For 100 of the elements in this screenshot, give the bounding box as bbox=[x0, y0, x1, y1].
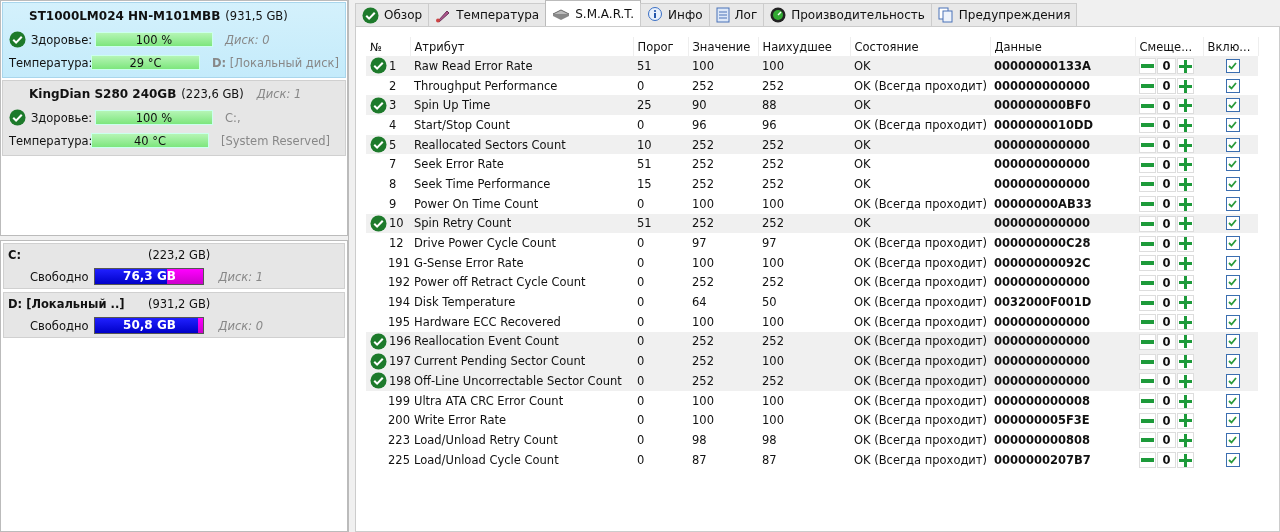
decrement-button[interactable] bbox=[1139, 235, 1156, 252]
offset-value[interactable]: 0 bbox=[1157, 156, 1176, 173]
decrement-button[interactable] bbox=[1139, 373, 1156, 390]
increment-button[interactable] bbox=[1177, 176, 1194, 193]
enabled-checkbox[interactable] bbox=[1225, 255, 1240, 270]
offset-value[interactable]: 0 bbox=[1157, 432, 1176, 449]
enabled-checkbox[interactable] bbox=[1225, 432, 1240, 447]
current-value: 100 bbox=[692, 196, 714, 211]
offset-value[interactable]: 0 bbox=[1157, 353, 1176, 370]
offset-value[interactable]: 0 bbox=[1157, 196, 1176, 213]
disk-card[interactable]: ST1000LM024 HN-M101MBB (931,5 GB) Здоровье: 100 % Диск: 0 Температура: 29 °C D: [Локальный диск] bbox=[2, 2, 346, 78]
offset-value[interactable]: 0 bbox=[1157, 452, 1176, 469]
increment-button[interactable] bbox=[1177, 393, 1194, 410]
tab[interactable]: Обзор bbox=[355, 3, 430, 26]
attribute-name: Write Error Rate bbox=[414, 413, 507, 428]
increment-button[interactable] bbox=[1177, 353, 1194, 370]
increment-button[interactable] bbox=[1177, 97, 1194, 114]
enabled-checkbox[interactable] bbox=[1225, 314, 1240, 329]
decrement-button[interactable] bbox=[1139, 353, 1156, 370]
decrement-button[interactable] bbox=[1139, 78, 1156, 95]
offset-value[interactable]: 0 bbox=[1157, 235, 1176, 252]
offset-value[interactable]: 0 bbox=[1157, 274, 1176, 291]
enabled-checkbox[interactable] bbox=[1225, 373, 1240, 388]
offset-value[interactable]: 0 bbox=[1157, 176, 1176, 193]
health-ok-icon bbox=[9, 31, 26, 48]
decrement-button[interactable] bbox=[1139, 156, 1156, 173]
enabled-checkbox[interactable] bbox=[1225, 137, 1240, 152]
tab[interactable]: Производительность bbox=[763, 3, 932, 26]
free-space: 50,8 GB bbox=[122, 318, 177, 333]
offset-value[interactable]: 0 bbox=[1157, 393, 1176, 410]
offset-value[interactable]: 0 bbox=[1157, 58, 1176, 75]
enabled-checkbox[interactable] bbox=[1225, 157, 1240, 172]
disk-card[interactable]: KingDian S280 240GB (223,6 GB) Диск: 1 Здоровье: 100 % C:, Температура: 40 °C [System Reserved] bbox=[2, 80, 346, 156]
enabled-checkbox[interactable] bbox=[1225, 334, 1240, 349]
enabled-checkbox[interactable] bbox=[1225, 236, 1240, 251]
decrement-button[interactable] bbox=[1139, 412, 1156, 429]
offset-value[interactable]: 0 bbox=[1157, 215, 1176, 232]
enabled-checkbox[interactable] bbox=[1225, 393, 1240, 408]
tab[interactable]: Температура bbox=[428, 3, 547, 26]
tab[interactable]: Лог bbox=[708, 3, 765, 26]
increment-button[interactable] bbox=[1177, 196, 1194, 213]
offset-value[interactable]: 0 bbox=[1157, 255, 1176, 272]
status-text: OK bbox=[854, 137, 871, 152]
tab[interactable]: Предупреждения bbox=[930, 3, 1078, 26]
checkmark-icon bbox=[1228, 278, 1237, 287]
decrement-button[interactable] bbox=[1139, 314, 1156, 331]
offset-value[interactable]: 0 bbox=[1157, 314, 1176, 331]
increment-button[interactable] bbox=[1177, 58, 1194, 75]
enabled-checkbox[interactable] bbox=[1225, 78, 1240, 93]
increment-button[interactable] bbox=[1177, 78, 1194, 95]
increment-button[interactable] bbox=[1177, 274, 1194, 291]
increment-button[interactable] bbox=[1177, 235, 1194, 252]
increment-button[interactable] bbox=[1177, 412, 1194, 429]
decrement-button[interactable] bbox=[1139, 333, 1156, 350]
decrement-button[interactable] bbox=[1139, 274, 1156, 291]
increment-button[interactable] bbox=[1177, 156, 1194, 173]
attribute-name: Seek Time Performance bbox=[414, 176, 551, 191]
increment-button[interactable] bbox=[1177, 314, 1194, 331]
enabled-checkbox[interactable] bbox=[1225, 216, 1240, 231]
offset-value[interactable]: 0 bbox=[1157, 137, 1176, 154]
enabled-checkbox[interactable] bbox=[1225, 354, 1240, 369]
enabled-checkbox[interactable] bbox=[1225, 413, 1240, 428]
increment-button[interactable] bbox=[1177, 137, 1194, 154]
decrement-button[interactable] bbox=[1139, 97, 1156, 114]
enabled-checkbox[interactable] bbox=[1225, 275, 1240, 290]
offset-value[interactable]: 0 bbox=[1157, 97, 1176, 114]
decrement-button[interactable] bbox=[1139, 176, 1156, 193]
enabled-checkbox[interactable] bbox=[1225, 117, 1240, 132]
enabled-checkbox[interactable] bbox=[1225, 176, 1240, 191]
offset-value[interactable]: 0 bbox=[1157, 373, 1176, 390]
offset-value[interactable]: 0 bbox=[1157, 294, 1176, 311]
decrement-button[interactable] bbox=[1139, 215, 1156, 232]
increment-button[interactable] bbox=[1177, 117, 1194, 134]
enabled-checkbox[interactable] bbox=[1225, 58, 1240, 73]
decrement-button[interactable] bbox=[1139, 255, 1156, 272]
increment-button[interactable] bbox=[1177, 373, 1194, 390]
decrement-button[interactable] bbox=[1139, 58, 1156, 75]
decrement-button[interactable] bbox=[1139, 294, 1156, 311]
offset-value[interactable]: 0 bbox=[1157, 412, 1176, 429]
increment-button[interactable] bbox=[1177, 432, 1194, 449]
decrement-button[interactable] bbox=[1139, 393, 1156, 410]
offset-value[interactable]: 0 bbox=[1157, 117, 1176, 134]
enabled-checkbox[interactable] bbox=[1225, 452, 1240, 467]
increment-button[interactable] bbox=[1177, 215, 1194, 232]
enabled-checkbox[interactable] bbox=[1225, 98, 1240, 113]
decrement-button[interactable] bbox=[1139, 196, 1156, 213]
offset-value[interactable]: 0 bbox=[1157, 78, 1176, 95]
increment-button[interactable] bbox=[1177, 255, 1194, 272]
enabled-checkbox[interactable] bbox=[1225, 196, 1240, 211]
increment-button[interactable] bbox=[1177, 294, 1194, 311]
increment-button[interactable] bbox=[1177, 333, 1194, 350]
decrement-button[interactable] bbox=[1139, 452, 1156, 469]
decrement-button[interactable] bbox=[1139, 432, 1156, 449]
offset-value[interactable]: 0 bbox=[1157, 333, 1176, 350]
tab[interactable]: S.M.A.R.T. bbox=[545, 0, 642, 26]
decrement-button[interactable] bbox=[1139, 137, 1156, 154]
enabled-checkbox[interactable] bbox=[1225, 295, 1240, 310]
increment-button[interactable] bbox=[1177, 452, 1194, 469]
decrement-button[interactable] bbox=[1139, 117, 1156, 134]
tab[interactable]: Инфо bbox=[640, 3, 710, 26]
